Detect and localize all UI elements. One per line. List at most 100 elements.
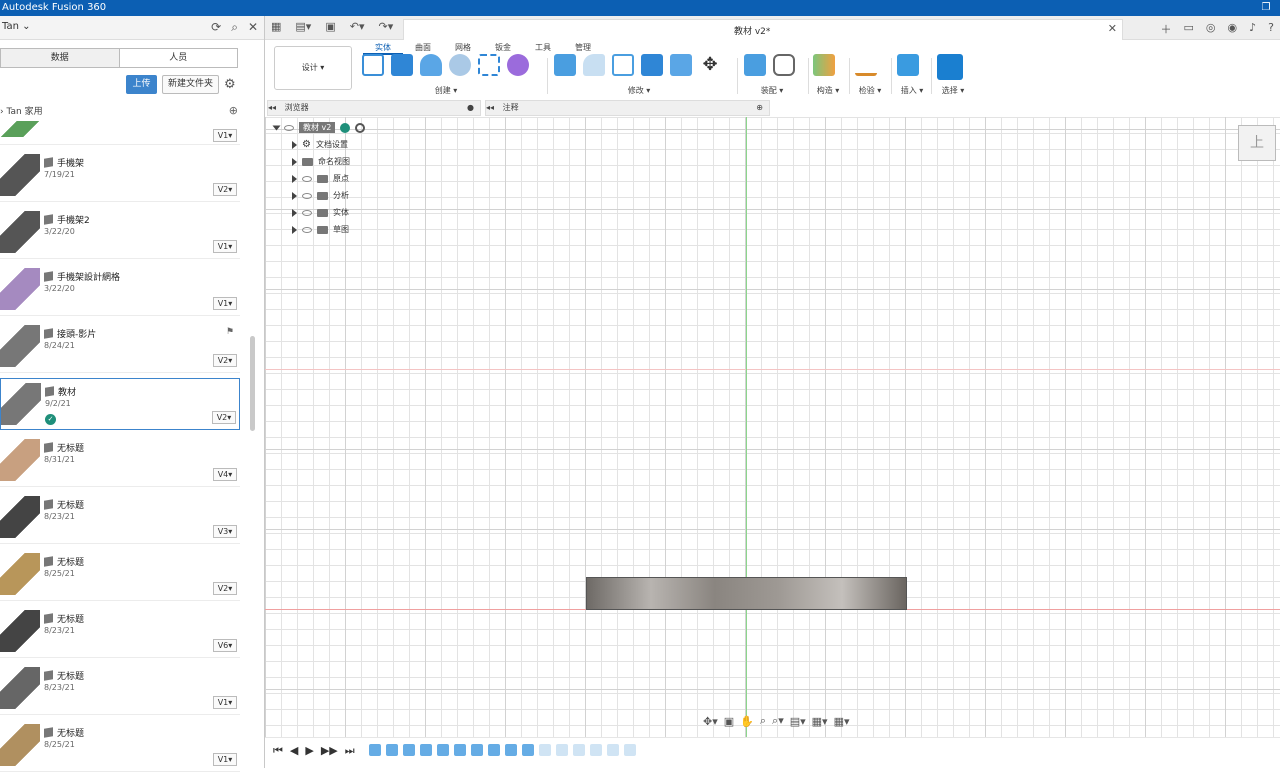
timeline-feature[interactable]	[369, 744, 381, 756]
version-selector[interactable]: V1▾	[213, 297, 237, 310]
file-card[interactable]: 手機架 7/19/21 V2▾	[0, 150, 240, 202]
new-component-icon[interactable]	[744, 54, 766, 76]
viewports-icon[interactable]: ▦▾	[834, 715, 850, 728]
gear-icon[interactable]: ⚙	[224, 77, 236, 92]
timeline-feature[interactable]	[471, 744, 483, 756]
file-card[interactable]: 无标题 8/23/21 V1▾	[0, 663, 240, 715]
browser-node[interactable]: 草图	[274, 221, 384, 238]
file-card[interactable]: 无标题 8/23/21 V6▾	[0, 606, 240, 658]
visibility-icon[interactable]	[302, 226, 312, 233]
timeline-feature[interactable]	[420, 744, 432, 756]
fillet-icon[interactable]	[583, 54, 605, 76]
timeline-feature-suppressed[interactable]	[624, 744, 636, 756]
help-icon[interactable]: ?	[1268, 21, 1274, 37]
look-at-icon[interactable]: ▣	[724, 715, 734, 728]
file-card[interactable]: 手機架設計網格 3/22/20 V1▾	[0, 264, 240, 316]
version-selector[interactable]: V2▾	[212, 411, 236, 424]
go-to-start-icon[interactable]: ⏮	[273, 744, 283, 758]
flag-icon[interactable]: ⚑	[226, 327, 234, 337]
combine-icon[interactable]	[641, 54, 663, 76]
grid-settings-icon[interactable]: ▦▾	[812, 715, 828, 728]
tab-people[interactable]: 人员	[120, 49, 238, 67]
modify-group-label[interactable]: 修改 ▾	[554, 85, 724, 96]
scrollbar[interactable]	[250, 336, 255, 431]
file-card[interactable]: 教材 9/2/21 V2▾ ✓	[0, 378, 240, 430]
expand-icon[interactable]	[292, 157, 297, 166]
timeline-feature[interactable]	[437, 744, 449, 756]
timeline-feature-suppressed[interactable]	[573, 744, 585, 756]
expand-icon[interactable]	[292, 191, 297, 200]
expand-icon[interactable]	[272, 125, 281, 130]
form-icon[interactable]	[507, 54, 529, 76]
visibility-icon[interactable]	[302, 209, 312, 216]
file-card[interactable]: 无标题 8/25/21 V1▾	[0, 720, 240, 772]
collapse-icon[interactable]: ◂◂	[268, 103, 276, 112]
browser-node[interactable]: 实体	[274, 204, 384, 221]
revolve-icon[interactable]	[420, 54, 442, 76]
pan-icon[interactable]: ✋	[740, 715, 754, 728]
visibility-icon[interactable]	[284, 124, 294, 131]
document-tab[interactable]: 教材 v2* ✕	[403, 19, 1123, 40]
browser-root-node[interactable]: 教材 v2	[272, 119, 384, 136]
timeline-feature-suppressed[interactable]	[607, 744, 619, 756]
fit-icon[interactable]: ⌕▾	[772, 714, 784, 728]
pin-icon[interactable]: ●	[467, 101, 474, 115]
select-icon[interactable]	[937, 54, 963, 80]
shell-icon[interactable]	[612, 54, 634, 76]
measure-icon[interactable]	[855, 54, 877, 76]
visibility-icon[interactable]	[302, 175, 312, 182]
close-icon[interactable]: ✕	[248, 20, 258, 35]
viewcube[interactable]: 上	[1238, 125, 1276, 161]
timeline-feature[interactable]	[505, 744, 517, 756]
press-pull-icon[interactable]	[554, 54, 576, 76]
version-selector[interactable]: V1▾	[213, 696, 237, 709]
chat-icon[interactable]: ▭	[1184, 21, 1194, 37]
step-back-icon[interactable]: ◀	[290, 744, 298, 758]
create-group-label[interactable]: 创建 ▾	[362, 85, 530, 96]
activate-radio-icon[interactable]	[355, 122, 366, 133]
breadcrumb-label[interactable]: Tan 家用	[6, 107, 42, 117]
visibility-icon[interactable]	[302, 192, 312, 199]
timeline-feature-suppressed[interactable]	[539, 744, 551, 756]
file-card[interactable]: 无标题 8/25/21 V2▾	[0, 549, 240, 601]
version-selector[interactable]: V1▾	[213, 129, 237, 142]
timeline-feature[interactable]	[488, 744, 500, 756]
refresh-icon[interactable]: ⟳	[211, 20, 221, 35]
job-status-icon[interactable]: ◉	[1228, 21, 1238, 37]
timeline-feature-suppressed[interactable]	[556, 744, 568, 756]
split-icon[interactable]	[670, 54, 692, 76]
pattern-icon[interactable]	[478, 54, 500, 76]
version-selector[interactable]: V2▾	[213, 183, 237, 196]
version-selector[interactable]: V1▾	[213, 240, 237, 253]
timeline-feature-suppressed[interactable]	[590, 744, 602, 756]
joint-icon[interactable]	[773, 54, 795, 76]
file-card[interactable]: 接頭-影片 8/24/21 V2▾ ⚑	[0, 321, 240, 373]
expand-icon[interactable]	[292, 174, 297, 183]
construct-group-label[interactable]: 构造 ▾	[813, 85, 843, 96]
timeline-feature[interactable]	[386, 744, 398, 756]
display-settings-icon[interactable]: ▤▾	[790, 715, 806, 728]
version-selector[interactable]: V2▾	[213, 582, 237, 595]
offset-plane-icon[interactable]	[813, 54, 835, 76]
timeline-feature[interactable]	[454, 744, 466, 756]
orbit-icon[interactable]: ✥▾	[703, 715, 718, 728]
inspect-group-label[interactable]: 检验 ▾	[855, 85, 885, 96]
play-icon[interactable]: ▶	[305, 744, 313, 758]
insert-image-icon[interactable]	[897, 54, 919, 76]
hole-icon[interactable]	[449, 54, 471, 76]
notification-icon[interactable]: ♪	[1249, 21, 1256, 37]
timeline-feature[interactable]	[522, 744, 534, 756]
file-card[interactable]: 手機架2 3/22/20 V1▾	[0, 207, 240, 259]
version-selector[interactable]: V3▾	[213, 525, 237, 538]
assemble-group-label[interactable]: 装配 ▾	[744, 85, 800, 96]
version-selector[interactable]: V1▾	[213, 753, 237, 766]
user-menu[interactable]: Tan ⌄	[2, 21, 30, 32]
file-card[interactable]: 无标题 8/31/21 V4▾	[0, 435, 240, 487]
save-icon[interactable]: ▣	[325, 20, 335, 33]
collapse-icon[interactable]: ◂◂	[486, 103, 494, 112]
file-icon[interactable]: ▤▾	[295, 20, 311, 33]
version-selector[interactable]: V6▾	[213, 639, 237, 652]
new-tab-icon[interactable]: ＋	[1161, 21, 1172, 37]
upload-button[interactable]: 上传	[126, 75, 157, 94]
restore-icon[interactable]: ❐	[1252, 0, 1280, 16]
